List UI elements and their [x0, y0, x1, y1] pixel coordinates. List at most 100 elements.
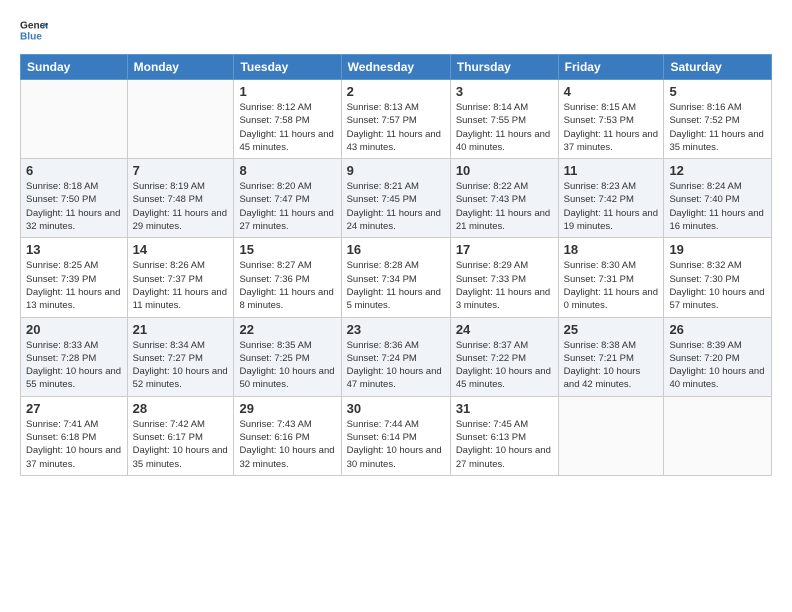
calendar-cell: 9Sunrise: 8:21 AM Sunset: 7:45 PM Daylig…: [341, 159, 450, 238]
calendar-cell: 27 Sunrise: 7:41 AM Sunset: 6:18 PM Dayli…: [21, 396, 128, 475]
day-number: 28: [133, 401, 229, 416]
day-number: 5: [669, 84, 766, 99]
day-number: 12: [669, 163, 766, 178]
calendar-cell: [558, 396, 664, 475]
day-info: Sunrise: 8:29 AM Sunset: 7:33 PM Dayligh…: [456, 259, 553, 312]
day-number: 16: [347, 242, 445, 257]
calendar-cell: 17 Sunrise: 8:29 AM Sunset: 7:33 PM Dayli…: [450, 238, 558, 317]
svg-text:Blue: Blue: [20, 31, 42, 42]
day-info: Sunrise: 8:38 AM Sunset: 7:21 PM Dayligh…: [564, 339, 659, 392]
calendar-cell: 13Sunrise: 8:25 AM Sunset: 7:39 PM Dayli…: [21, 238, 128, 317]
day-info: Sunrise: 8:33 AM Sunset: 7:28 PM Dayligh…: [26, 339, 122, 392]
col-header-sunday: Sunday: [21, 55, 128, 80]
day-number: 14: [133, 242, 229, 257]
day-info: Sunrise: 7:45 AM Sunset: 6:13 PM Dayligh…: [456, 418, 553, 471]
calendar-table: SundayMondayTuesdayWednesdayThursdayFrid…: [20, 54, 772, 476]
day-info: Sunrise: 7:42 AM Sunset: 6:17 PM Dayligh…: [133, 418, 229, 471]
calendar-cell: 30Sunrise: 7:44 AM Sunset: 6:14 PM Dayli…: [341, 396, 450, 475]
day-info: Sunrise: 8:15 AM Sunset: 7:53 PM Dayligh…: [564, 101, 659, 154]
calendar-cell: 31 Sunrise: 7:45 AM Sunset: 6:13 PM Dayli…: [450, 396, 558, 475]
page: General Blue SundayMondayTuesdayWednesda…: [0, 0, 792, 612]
day-info: Sunrise: 8:20 AM Sunset: 7:47 PM Dayligh…: [239, 180, 335, 233]
calendar-cell: 29 Sunrise: 7:43 AM Sunset: 6:16 PM Dayli…: [234, 396, 341, 475]
day-number: 22: [239, 322, 335, 337]
calendar-cell: 25 Sunrise: 8:38 AM Sunset: 7:21 PM Dayli…: [558, 317, 664, 396]
col-header-wednesday: Wednesday: [341, 55, 450, 80]
calendar-cell: 6 Sunrise: 8:18 AM Sunset: 7:50 PM Daylig…: [21, 159, 128, 238]
day-number: 13: [26, 242, 122, 257]
calendar-cell: 23 Sunrise: 8:36 AM Sunset: 7:24 PM Dayli…: [341, 317, 450, 396]
calendar-cell: 24 Sunrise: 8:37 AM Sunset: 7:22 PM Dayli…: [450, 317, 558, 396]
day-number: 21: [133, 322, 229, 337]
day-number: 4: [564, 84, 659, 99]
calendar-week-row: 20 Sunrise: 8:33 AM Sunset: 7:28 PM Dayli…: [21, 317, 772, 396]
day-info: Sunrise: 8:36 AM Sunset: 7:24 PM Dayligh…: [347, 339, 445, 392]
day-number: 1: [239, 84, 335, 99]
col-header-thursday: Thursday: [450, 55, 558, 80]
calendar-cell: 22 Sunrise: 8:35 AM Sunset: 7:25 PM Dayli…: [234, 317, 341, 396]
day-info: Sunrise: 8:13 AM Sunset: 7:57 PM Dayligh…: [347, 101, 445, 154]
calendar-week-row: 13Sunrise: 8:25 AM Sunset: 7:39 PM Dayli…: [21, 238, 772, 317]
day-number: 30: [347, 401, 445, 416]
day-info: Sunrise: 7:41 AM Sunset: 6:18 PM Dayligh…: [26, 418, 122, 471]
day-info: Sunrise: 8:16 AM Sunset: 7:52 PM Dayligh…: [669, 101, 766, 154]
day-info: Sunrise: 8:18 AM Sunset: 7:50 PM Dayligh…: [26, 180, 122, 233]
day-info: Sunrise: 7:43 AM Sunset: 6:16 PM Dayligh…: [239, 418, 335, 471]
calendar-cell: 26Sunrise: 8:39 AM Sunset: 7:20 PM Dayli…: [664, 317, 772, 396]
logo: General Blue: [20, 16, 48, 44]
day-info: Sunrise: 8:28 AM Sunset: 7:34 PM Dayligh…: [347, 259, 445, 312]
day-info: Sunrise: 8:19 AM Sunset: 7:48 PM Dayligh…: [133, 180, 229, 233]
day-number: 15: [239, 242, 335, 257]
calendar-week-row: 27 Sunrise: 7:41 AM Sunset: 6:18 PM Dayli…: [21, 396, 772, 475]
day-number: 29: [239, 401, 335, 416]
day-info: Sunrise: 8:39 AM Sunset: 7:20 PM Dayligh…: [669, 339, 766, 392]
calendar-cell: [21, 80, 128, 159]
day-number: 25: [564, 322, 659, 337]
calendar-cell: 16 Sunrise: 8:28 AM Sunset: 7:34 PM Dayli…: [341, 238, 450, 317]
col-header-monday: Monday: [127, 55, 234, 80]
day-number: 6: [26, 163, 122, 178]
calendar-cell: 11 Sunrise: 8:23 AM Sunset: 7:42 PM Dayli…: [558, 159, 664, 238]
day-info: Sunrise: 8:37 AM Sunset: 7:22 PM Dayligh…: [456, 339, 553, 392]
calendar-header-row: SundayMondayTuesdayWednesdayThursdayFrid…: [21, 55, 772, 80]
calendar-cell: 12 Sunrise: 8:24 AM Sunset: 7:40 PM Dayli…: [664, 159, 772, 238]
day-number: 24: [456, 322, 553, 337]
day-number: 11: [564, 163, 659, 178]
calendar-cell: 8 Sunrise: 8:20 AM Sunset: 7:47 PM Daylig…: [234, 159, 341, 238]
calendar-cell: 19Sunrise: 8:32 AM Sunset: 7:30 PM Dayli…: [664, 238, 772, 317]
day-number: 2: [347, 84, 445, 99]
day-info: Sunrise: 8:12 AM Sunset: 7:58 PM Dayligh…: [239, 101, 335, 154]
day-number: 8: [239, 163, 335, 178]
calendar-cell: 28 Sunrise: 7:42 AM Sunset: 6:17 PM Dayli…: [127, 396, 234, 475]
day-number: 20: [26, 322, 122, 337]
day-info: Sunrise: 8:23 AM Sunset: 7:42 PM Dayligh…: [564, 180, 659, 233]
day-number: 27: [26, 401, 122, 416]
calendar-cell: 15 Sunrise: 8:27 AM Sunset: 7:36 PM Dayli…: [234, 238, 341, 317]
col-header-friday: Friday: [558, 55, 664, 80]
calendar-cell: 4 Sunrise: 8:15 AM Sunset: 7:53 PM Daylig…: [558, 80, 664, 159]
calendar-cell: 18Sunrise: 8:30 AM Sunset: 7:31 PM Dayli…: [558, 238, 664, 317]
calendar-cell: 10Sunrise: 8:22 AM Sunset: 7:43 PM Dayli…: [450, 159, 558, 238]
calendar-cell: 1 Sunrise: 8:12 AM Sunset: 7:58 PM Daylig…: [234, 80, 341, 159]
day-info: Sunrise: 8:35 AM Sunset: 7:25 PM Dayligh…: [239, 339, 335, 392]
day-info: Sunrise: 8:27 AM Sunset: 7:36 PM Dayligh…: [239, 259, 335, 312]
day-number: 10: [456, 163, 553, 178]
day-info: Sunrise: 8:34 AM Sunset: 7:27 PM Dayligh…: [133, 339, 229, 392]
calendar-cell: 5 Sunrise: 8:16 AM Sunset: 7:52 PM Daylig…: [664, 80, 772, 159]
day-number: 23: [347, 322, 445, 337]
col-header-tuesday: Tuesday: [234, 55, 341, 80]
day-number: 31: [456, 401, 553, 416]
calendar-cell: 21 Sunrise: 8:34 AM Sunset: 7:27 PM Dayli…: [127, 317, 234, 396]
day-info: Sunrise: 8:24 AM Sunset: 7:40 PM Dayligh…: [669, 180, 766, 233]
day-number: 9: [347, 163, 445, 178]
day-number: 17: [456, 242, 553, 257]
day-number: 3: [456, 84, 553, 99]
calendar-cell: [664, 396, 772, 475]
col-header-saturday: Saturday: [664, 55, 772, 80]
calendar-week-row: 1 Sunrise: 8:12 AM Sunset: 7:58 PM Daylig…: [21, 80, 772, 159]
generalblue-logo-icon: General Blue: [20, 16, 48, 44]
day-info: Sunrise: 8:32 AM Sunset: 7:30 PM Dayligh…: [669, 259, 766, 312]
calendar-week-row: 6 Sunrise: 8:18 AM Sunset: 7:50 PM Daylig…: [21, 159, 772, 238]
calendar-cell: 3Sunrise: 8:14 AM Sunset: 7:55 PM Daylig…: [450, 80, 558, 159]
day-info: Sunrise: 8:30 AM Sunset: 7:31 PM Dayligh…: [564, 259, 659, 312]
